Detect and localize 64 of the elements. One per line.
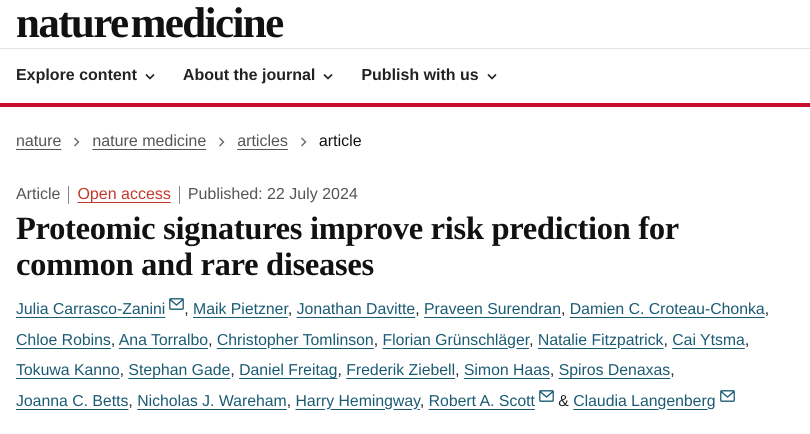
chevron-down-icon [486, 72, 497, 80]
author-link[interactable]: Chloe Robins [16, 332, 111, 348]
email-icon[interactable] [169, 298, 184, 310]
author-link[interactable]: Cai Ytsma [672, 332, 745, 348]
separator-text: , [560, 301, 566, 318]
email-icon[interactable] [538, 390, 554, 402]
author-link[interactable]: Stephan Gade [128, 362, 230, 379]
author-link[interactable]: Claudia Langenberg [573, 392, 735, 410]
journal-logo[interactable]: nature medicine [16, 6, 283, 42]
breadcrumb-current: article [318, 133, 362, 151]
article-meta-text: Published: 22 July 2024 [178, 186, 366, 204]
author-link[interactable]: Joanna C. Betts [16, 392, 128, 410]
open-access-link[interactable]: Open access [68, 186, 179, 204]
author-link[interactable]: Maik Pietzner [193, 301, 288, 318]
separator-text: , [120, 362, 124, 379]
breadcrumb-link[interactable]: articles [237, 133, 288, 151]
nav-menu-item[interactable]: About the journal [182, 67, 334, 85]
author-link[interactable]: Tokuwa Kanno [16, 362, 120, 379]
separator-text: , [288, 301, 292, 318]
separator-text: , [529, 332, 534, 348]
author-link[interactable]: Ana Torralbo [118, 332, 208, 348]
separator-text: & [558, 392, 569, 410]
separator-text: , [286, 392, 292, 410]
author-link[interactable]: Nicholas J. Wareham [137, 392, 287, 410]
author-link[interactable]: Jonathan Davitte [296, 301, 416, 318]
nav-menu-item[interactable]: Publish with us [361, 67, 497, 85]
article-title: Proteomic signatures improve risk prediction for common and rare diseases [16, 211, 680, 283]
separator-text: , [230, 362, 235, 379]
separator-text: , [337, 362, 342, 379]
breadcrumb-link[interactable]: nature [16, 133, 62, 151]
author-link[interactable]: Natalie Fitzpatrick [538, 332, 664, 348]
author-link[interactable]: Frederik Ziebell [346, 362, 456, 379]
separator-text: , [374, 332, 378, 348]
chevron-down-icon [323, 72, 334, 80]
article-meta-text: Article [16, 186, 62, 204]
chevron-right-icon [300, 137, 307, 147]
chevron-right-icon [73, 137, 80, 147]
author-link[interactable]: Julia Carrasco-Zanini [16, 301, 184, 318]
email-icon[interactable] [720, 390, 735, 402]
chevron-down-icon [144, 72, 155, 80]
author-link[interactable]: Robert A. Scott [428, 392, 554, 410]
author-link[interactable]: Damien C. Croteau-Chonka [570, 301, 765, 318]
nav-menu-item[interactable]: Explore content [16, 67, 155, 85]
separator-text: , [670, 362, 675, 379]
author-link[interactable]: Florian Grünschläger [382, 332, 530, 348]
separator-text: , [455, 362, 460, 379]
author-link[interactable]: Christopher Tomlinson [216, 332, 374, 348]
breadcrumb-link[interactable]: nature medicine [92, 133, 206, 151]
separator-text: , [420, 392, 424, 410]
separator-text: , [208, 332, 212, 348]
separator-text: , [550, 362, 554, 379]
separator-text: , [110, 332, 116, 348]
author-link[interactable]: Praveen Surendran [424, 301, 561, 318]
separator-text: , [764, 301, 770, 318]
chevron-right-icon [218, 137, 226, 147]
author-link[interactable]: Harry Hemingway [296, 392, 420, 410]
separator-text: , [744, 332, 750, 348]
author-link[interactable]: Simon Haas [464, 362, 550, 379]
separator-text: , [663, 332, 668, 348]
separator-text: , [128, 392, 133, 410]
separator-text: , [415, 301, 420, 318]
author-link[interactable]: Daniel Freitag [239, 362, 338, 379]
author-link[interactable]: Spiros Denaxas [558, 362, 670, 379]
separator-text: , [184, 301, 189, 318]
